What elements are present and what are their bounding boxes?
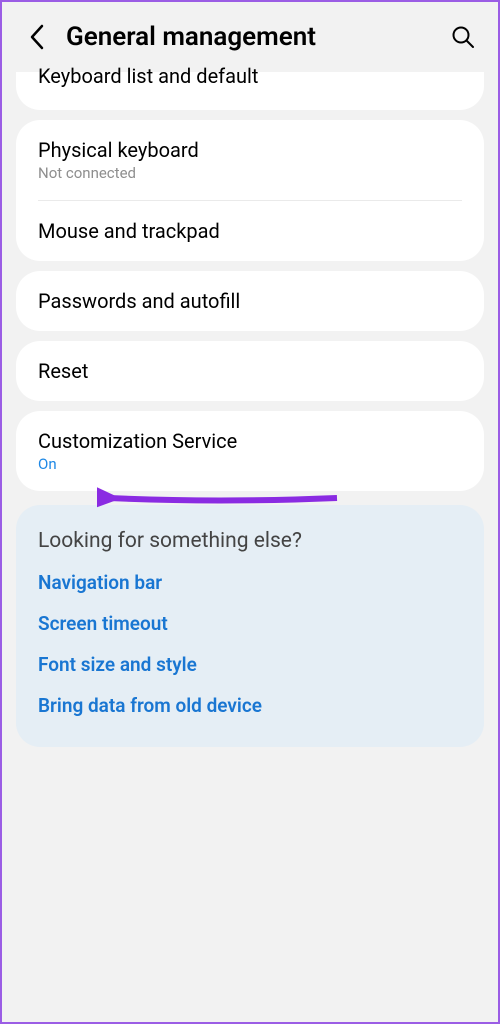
item-label: Mouse and trackpad (38, 219, 462, 243)
link-navigation-bar[interactable]: Navigation bar (38, 571, 462, 594)
item-label: Physical keyboard (38, 138, 462, 162)
link-screen-timeout[interactable]: Screen timeout (38, 612, 462, 635)
item-physical-keyboard[interactable]: Physical keyboard Not connected (16, 120, 484, 200)
section-reset: Reset (16, 341, 484, 401)
item-label: Customization Service (38, 429, 462, 453)
section-truncated: Keyboard list and default (16, 72, 484, 110)
footer-title: Looking for something else? (38, 529, 462, 553)
item-mouse-trackpad[interactable]: Mouse and trackpad (16, 201, 484, 261)
item-label: Passwords and autofill (38, 289, 462, 313)
item-sub: Not connected (38, 164, 462, 182)
section-customization: Customization Service On (16, 411, 484, 491)
search-icon[interactable] (448, 22, 478, 52)
footer-section: Looking for something else? Navigation b… (16, 505, 484, 747)
back-icon[interactable] (20, 20, 54, 54)
section-passwords: Passwords and autofill (16, 271, 484, 331)
header: General management (2, 2, 498, 72)
section-input-devices: Physical keyboard Not connected Mouse an… (16, 120, 484, 261)
item-keyboard-list[interactable]: Keyboard list and default (16, 64, 484, 102)
item-label: Reset (38, 359, 462, 383)
page-title: General management (66, 22, 448, 52)
item-customization-service[interactable]: Customization Service On (16, 411, 484, 491)
item-sub: On (38, 455, 462, 473)
link-font-size-style[interactable]: Font size and style (38, 653, 462, 676)
item-passwords-autofill[interactable]: Passwords and autofill (16, 271, 484, 331)
link-bring-data[interactable]: Bring data from old device (38, 694, 462, 717)
item-reset[interactable]: Reset (16, 341, 484, 401)
